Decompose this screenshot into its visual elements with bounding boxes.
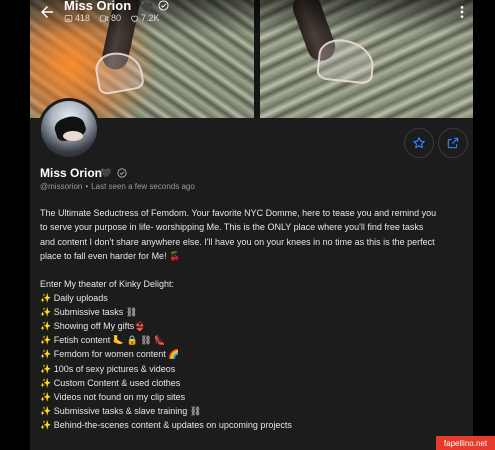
- profile-bio: The Ultimate Seductress of Femdom. Your …: [40, 206, 468, 263]
- handle-line: @missorion • Last seen a few seconds ago: [40, 182, 195, 191]
- list-item: ✨ Showing off My gifts👙: [40, 321, 146, 332]
- bio-list-title: Enter My theater of Kinky Delight:: [40, 279, 175, 289]
- top-bar: Miss Orion 🖤 418 80 7.2K: [30, 0, 473, 32]
- bio-line: The Ultimate Seductress of Femdom. Your …: [40, 208, 437, 218]
- more-options-icon[interactable]: [456, 4, 468, 20]
- list-item: ✨ Fetish content 🦶 🔒 ⛓ 👠: [40, 335, 166, 346]
- header-title-emoji: 🖤: [140, 1, 154, 13]
- list-item: ✨ Videos not found on my clip sites: [40, 391, 186, 402]
- list-item: ✨ Femdom for women content 🌈: [40, 349, 180, 360]
- avatar-figure-detail: [63, 131, 83, 141]
- header-title: Miss Orion: [64, 0, 132, 13]
- likes-count: 7.2K: [141, 13, 160, 23]
- share-icon: [447, 137, 459, 149]
- profile-handle: @missorion: [40, 182, 83, 191]
- profile-name: Miss Orion: [40, 166, 103, 180]
- cover-shoe: [92, 48, 146, 96]
- watermark: fapellino.net: [436, 436, 495, 450]
- back-arrow-icon[interactable]: [38, 3, 56, 21]
- bio-line: place to fall even harder for Me! 🍒: [40, 250, 181, 261]
- share-button[interactable]: [438, 128, 468, 158]
- likes-stat: 7.2K: [130, 13, 160, 23]
- list-item: ✨ Submissive tasks ⛓: [40, 307, 138, 318]
- list-item: ✨ 100s of sexy pictures & videos: [40, 363, 176, 374]
- videos-stat: 80: [99, 13, 121, 23]
- verified-icon: [117, 168, 127, 178]
- list-item: ✨ Daily uploads: [40, 293, 108, 304]
- video-icon: [99, 15, 109, 21]
- verified-icon: [158, 0, 169, 11]
- header-stats: 418 80 7.2K: [64, 13, 160, 23]
- photos-stat: 418: [64, 13, 90, 23]
- list-item: ✨ Custom Content & used clothes: [40, 377, 181, 388]
- videos-count: 80: [111, 13, 122, 23]
- photos-count: 418: [75, 13, 91, 23]
- separator-dot: •: [85, 182, 89, 191]
- bio-list: Enter My theater of Kinky Delight: ✨ Dai…: [40, 277, 292, 432]
- favorite-button[interactable]: [404, 128, 434, 158]
- bio-line: and content I don't share anywhere else.…: [40, 236, 435, 247]
- list-item: ✨ Behind-the-scenes content & updates on…: [40, 419, 292, 430]
- bio-line: to serve your purpose in life- worshippi…: [40, 222, 424, 233]
- profile-name-emoji: 🖤: [100, 168, 112, 178]
- star-icon: [413, 137, 425, 149]
- heart-icon: [131, 15, 138, 22]
- cover-shoe: [315, 37, 377, 85]
- avatar-image: [41, 101, 97, 157]
- list-item: ✨ Submissive tasks & slave training ⛓: [40, 405, 202, 416]
- image-icon: [64, 14, 73, 22]
- avatar[interactable]: [38, 98, 100, 160]
- last-seen-status: Last seen a few seconds ago: [91, 182, 195, 191]
- profile-page: Miss Orion 🖤 418 80 7.2K Miss Orion 🖤 @m…: [30, 0, 473, 450]
